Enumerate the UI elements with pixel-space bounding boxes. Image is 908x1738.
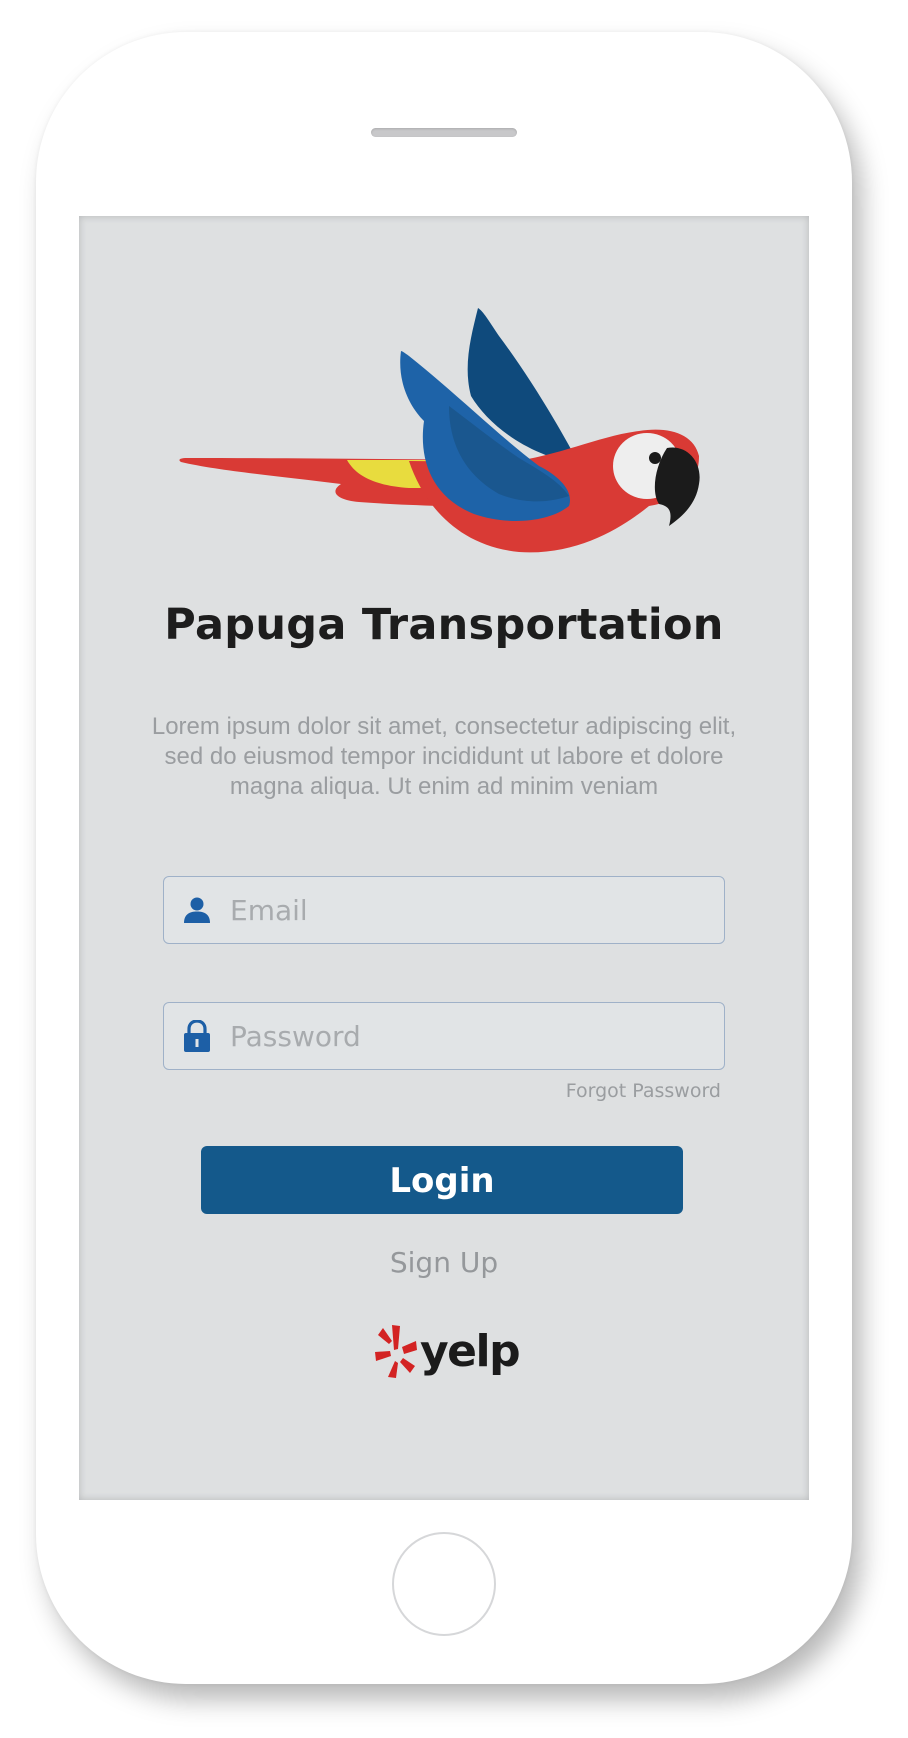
- email-field[interactable]: [163, 876, 725, 944]
- user-icon: [164, 896, 230, 924]
- parrot-icon: [179, 308, 700, 553]
- yelp-logo: yelp: [374, 1322, 521, 1382]
- password-field[interactable]: [163, 1002, 725, 1070]
- phone-frame: Papuga Transportation Lorem ipsum dolor …: [36, 32, 852, 1684]
- forgot-password-link[interactable]: Forgot Password: [566, 1080, 721, 1102]
- yelp-wordmark: yelp: [420, 1326, 521, 1377]
- login-button[interactable]: Login: [201, 1146, 683, 1214]
- home-button[interactable]: [392, 1532, 496, 1636]
- app-screen: Papuga Transportation Lorem ipsum dolor …: [79, 216, 809, 1500]
- email-input[interactable]: [230, 893, 700, 927]
- speaker-grille: [371, 128, 517, 137]
- app-description: Lorem ipsum dolor sit amet, consectetur …: [151, 713, 737, 800]
- password-input[interactable]: [230, 1019, 700, 1053]
- yelp-burst-icon: [375, 1325, 417, 1378]
- sign-up-link[interactable]: Sign Up: [79, 1246, 809, 1279]
- parrot-logo: [79, 256, 809, 556]
- app-title: Papuga Transportation: [164, 600, 724, 650]
- lock-icon: [164, 1020, 230, 1052]
